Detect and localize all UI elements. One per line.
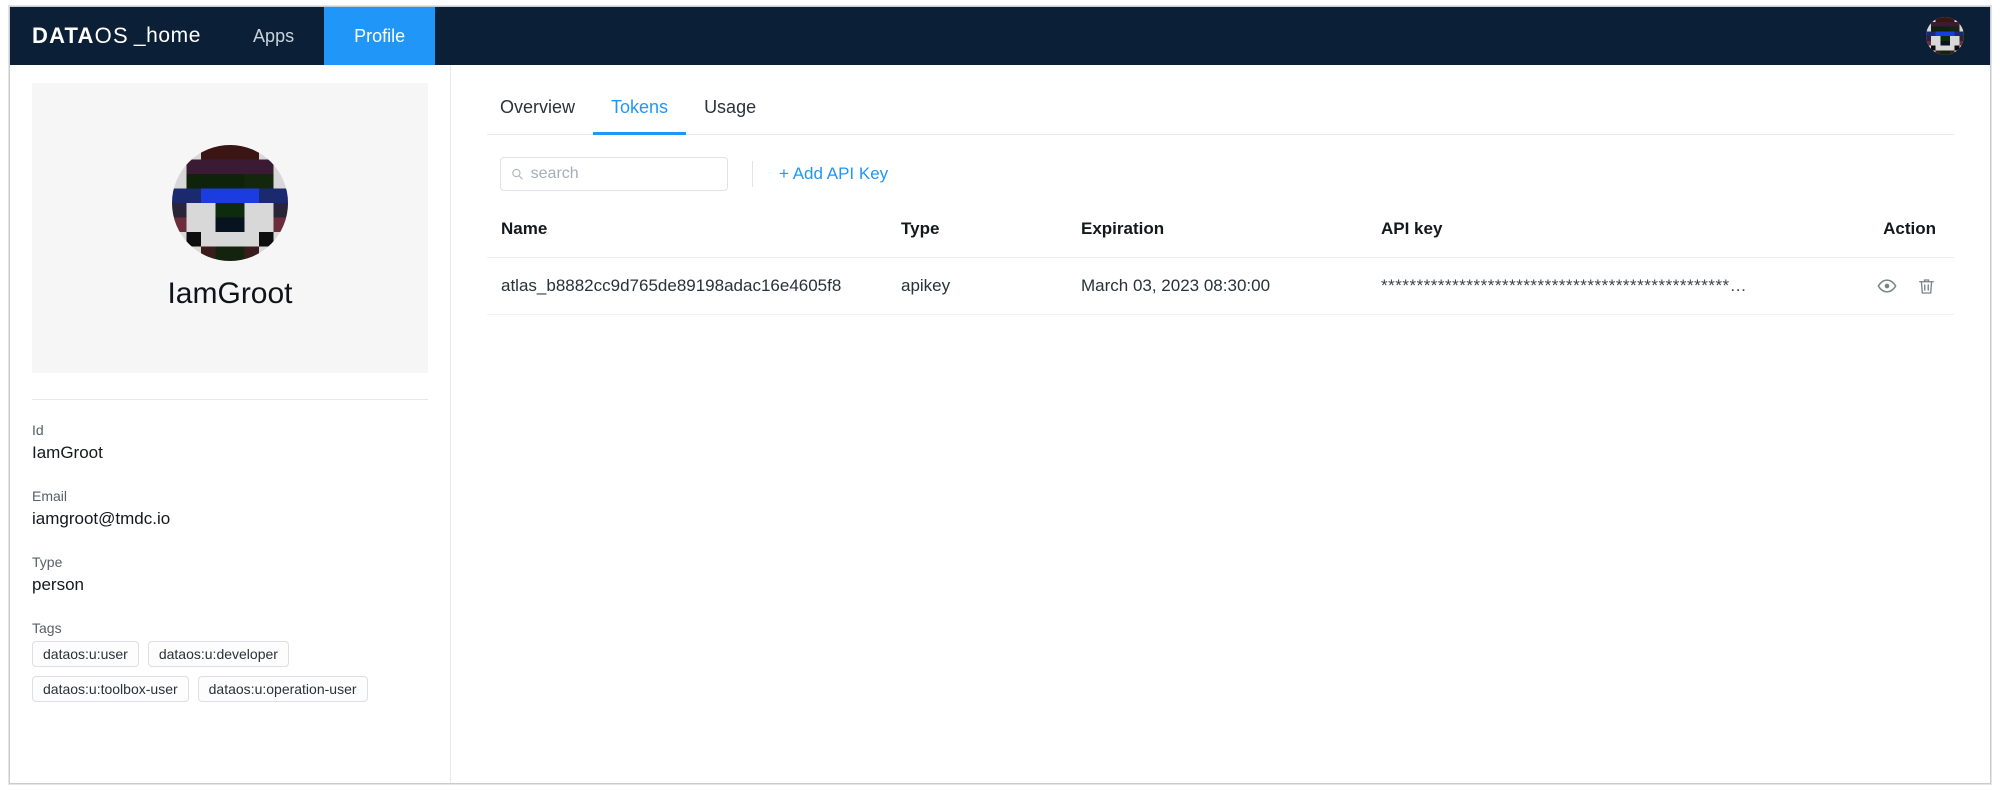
nav-item-profile[interactable]: Profile <box>324 7 436 65</box>
field-tags: Tags dataos:u:user dataos:u:developer da… <box>32 620 428 702</box>
toolbar-divider <box>752 161 753 187</box>
tag-item: dataos:u:toolbox-user <box>32 676 189 702</box>
tab-overview-label: Overview <box>500 97 576 117</box>
search-input[interactable] <box>530 165 717 183</box>
page-title: IamGroot <box>167 277 293 310</box>
tag-item: dataos:u:user <box>32 641 139 667</box>
app-window: DATA OS _home Apps Profile IamGroot Id I… <box>9 6 1991 784</box>
nav-item-apps[interactable]: Apps <box>223 7 324 65</box>
page-body: IamGroot Id IamGroot Email iamgroot@tmdc… <box>10 65 1990 783</box>
column-header-name: Name <box>487 209 887 258</box>
row-action-group <box>1848 276 1936 296</box>
tab-usage[interactable]: Usage <box>686 83 774 135</box>
profile-card: IamGroot <box>32 83 428 373</box>
cell-token-expiration: March 03, 2023 08:30:00 <box>1067 257 1367 315</box>
tab-tokens[interactable]: Tokens <box>593 83 687 135</box>
column-header-action: Action <box>1834 209 1954 258</box>
cell-token-name: atlas_b8882cc9d765de89198adac16e4605f8 <box>487 257 887 315</box>
masked-api-key-value: ****************************************… <box>1381 276 1748 295</box>
field-tags-label: Tags <box>32 620 62 636</box>
nav-item-profile-label: Profile <box>354 25 406 46</box>
search-box[interactable] <box>500 157 728 191</box>
tokens-table-head: Name Type Expiration API key Action <box>487 209 1954 258</box>
tab-tokens-label: Tokens <box>611 97 669 117</box>
search-icon <box>512 168 523 180</box>
avatar[interactable] <box>1926 17 1964 55</box>
logo-text-data: DATA <box>32 23 95 48</box>
tokens-table-body: atlas_b8882cc9d765de89198adac16e4605f8 a… <box>487 257 1954 315</box>
avatar-identicon <box>1926 17 1964 55</box>
top-nav-items: Apps Profile <box>223 7 436 65</box>
field-type: Type person <box>32 554 428 595</box>
tag-item: dataos:u:developer <box>147 641 289 667</box>
nav-item-apps-label: Apps <box>253 25 295 46</box>
dataos-logo[interactable]: DATA OS _home <box>10 7 223 65</box>
tokens-toolbar: + Add API Key <box>487 135 1954 209</box>
tab-usage-label: Usage <box>704 97 757 117</box>
add-api-key-button[interactable]: + Add API Key <box>777 160 890 188</box>
field-email-label: Email <box>32 488 68 504</box>
profile-avatar-identicon <box>172 145 288 261</box>
logo-text-os: OS <box>94 23 129 48</box>
field-id-value: IamGroot <box>32 443 103 462</box>
table-row: atlas_b8882cc9d765de89198adac16e4605f8 a… <box>487 257 1954 315</box>
cell-token-api-key: ****************************************… <box>1367 257 1834 315</box>
main-content: Overview Tokens Usage + Ad <box>451 65 1990 783</box>
cell-token-type: apikey <box>887 257 1067 315</box>
column-header-type: Type <box>887 209 1067 258</box>
tag-list: dataos:u:user dataos:u:developer dataos:… <box>32 641 392 702</box>
tag-item: dataos:u:operation-user <box>197 676 368 702</box>
eye-icon[interactable] <box>1877 276 1897 296</box>
profile-fields: Id IamGroot Email iamgroot@tmdc.io Type … <box>32 400 428 702</box>
field-email: Email iamgroot@tmdc.io <box>32 488 428 529</box>
tokens-table: Name Type Expiration API key Action atla… <box>487 209 1954 315</box>
column-header-expiration: Expiration <box>1067 209 1367 258</box>
top-navigation-bar: DATA OS _home Apps Profile <box>10 7 1990 65</box>
table-header-row: Name Type Expiration API key Action <box>487 209 1954 258</box>
field-type-label: Type <box>32 554 63 570</box>
trash-icon[interactable] <box>1917 277 1936 296</box>
field-id-label: Id <box>32 422 44 438</box>
field-type-value: person <box>32 575 84 594</box>
column-header-api-key: API key <box>1367 209 1834 258</box>
logo-text-home: _home <box>133 24 202 47</box>
cell-token-actions <box>1834 257 1954 315</box>
tab-overview[interactable]: Overview <box>487 83 593 135</box>
field-id: Id IamGroot <box>32 422 428 463</box>
tab-bar: Overview Tokens Usage <box>487 83 1954 135</box>
profile-sidebar: IamGroot Id IamGroot Email iamgroot@tmdc… <box>10 65 451 783</box>
profile-avatar <box>172 145 288 261</box>
field-email-value: iamgroot@tmdc.io <box>32 509 171 528</box>
